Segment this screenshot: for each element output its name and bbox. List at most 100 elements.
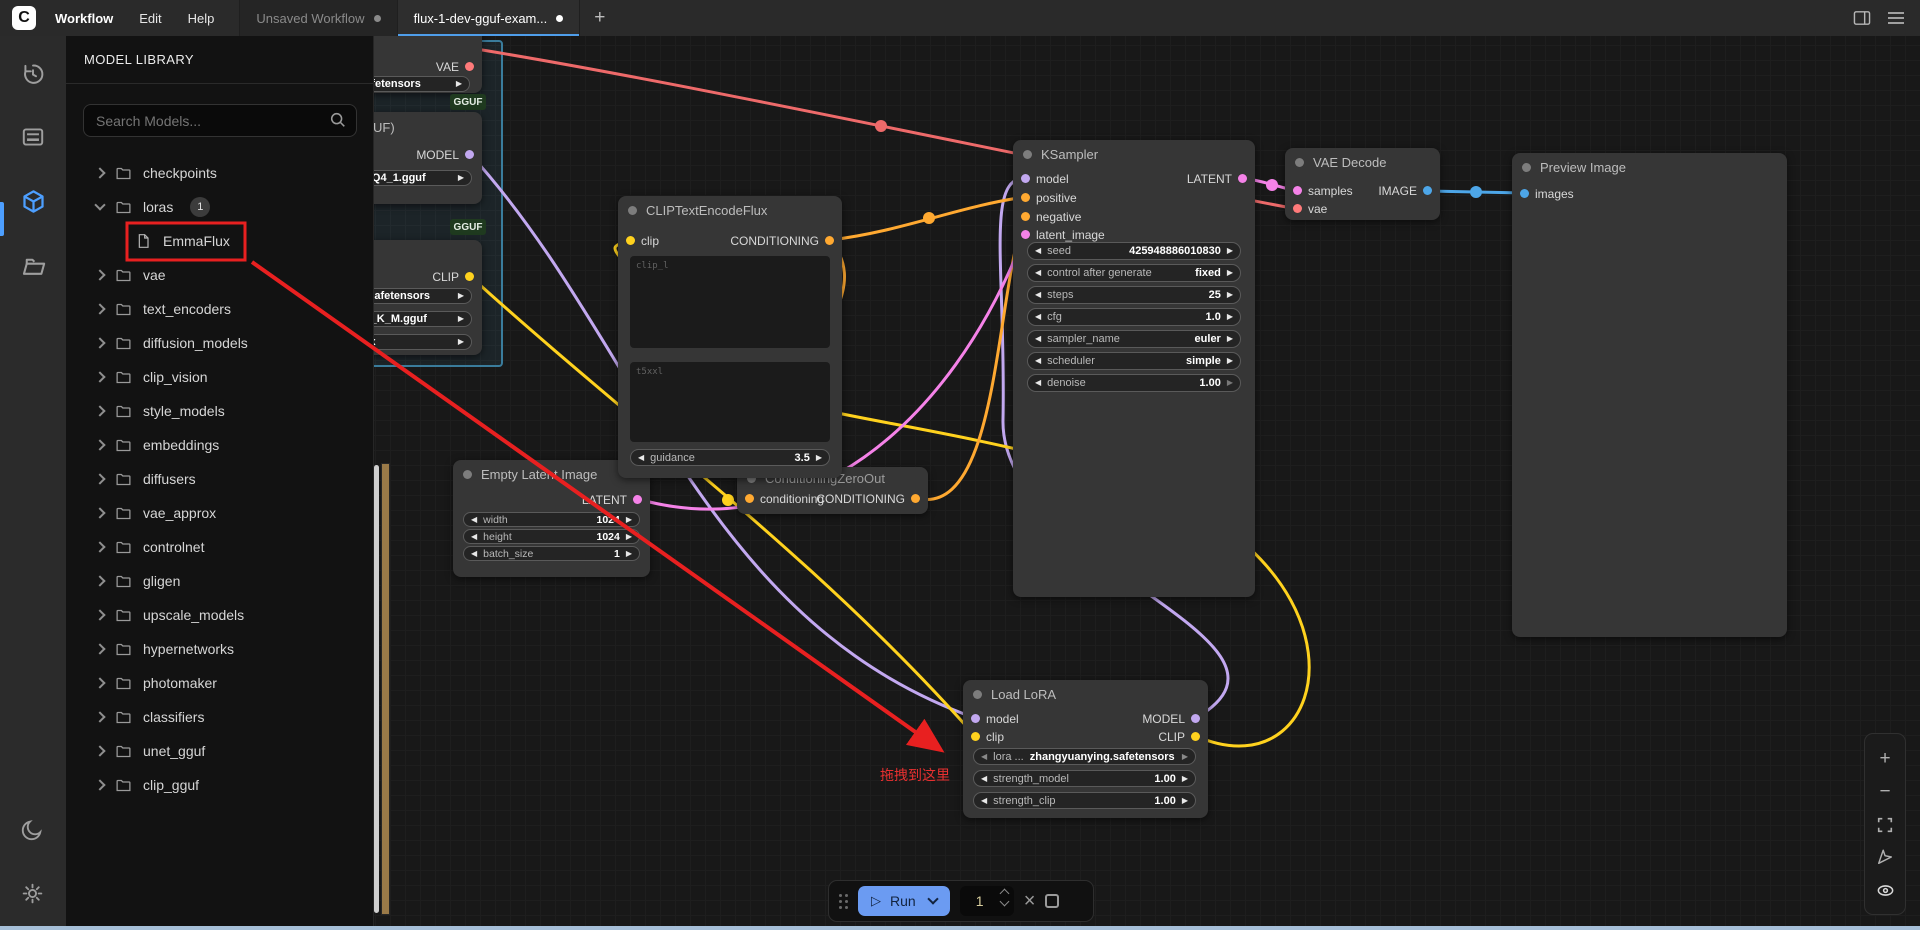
stop-button[interactable] bbox=[1045, 894, 1059, 908]
prev-arrow-icon[interactable]: ◀ bbox=[1035, 269, 1041, 277]
latent-output-port[interactable] bbox=[633, 495, 642, 504]
next-arrow-icon[interactable]: ▶ bbox=[1227, 247, 1233, 255]
prev-arrow-icon[interactable]: ◀ bbox=[1035, 247, 1041, 255]
ksampler-node[interactable]: KSampler model LATENT positive negative … bbox=[1013, 140, 1255, 597]
toggle-panel-icon[interactable] bbox=[1852, 8, 1872, 28]
negative-input-port[interactable] bbox=[1021, 212, 1030, 221]
reroute-dot-clip[interactable] bbox=[722, 494, 734, 506]
cancel-button[interactable]: × bbox=[1024, 890, 1036, 913]
tab-flux-workflow[interactable]: flux-1-dev-gguf-exam... bbox=[397, 0, 581, 36]
model-output-port[interactable] bbox=[1191, 714, 1200, 723]
tree-item-text-encoders[interactable]: text_encoders bbox=[66, 292, 373, 326]
tree-item-upscale-models[interactable]: upscale_models bbox=[66, 598, 373, 632]
tree-item-vae[interactable]: vae bbox=[66, 258, 373, 292]
empty-latent-image-node[interactable]: Empty Latent Image LATENT ◀ width 1024 ▶… bbox=[453, 460, 650, 577]
next-arrow-icon[interactable]: ▶ bbox=[458, 338, 464, 346]
prev-arrow-icon[interactable]: ◀ bbox=[981, 753, 987, 761]
conditioning-output-port[interactable] bbox=[825, 236, 834, 245]
tree-item-loras[interactable]: loras 1 bbox=[66, 190, 373, 224]
comfyui-logo[interactable]: C bbox=[12, 6, 36, 30]
menu-help[interactable]: Help bbox=[175, 0, 228, 36]
guidance-widget[interactable]: ◀ guidance 3.5 ▶ bbox=[630, 449, 830, 466]
next-arrow-icon[interactable]: ▶ bbox=[458, 315, 464, 323]
run-button[interactable]: ▷ Run bbox=[858, 886, 950, 916]
hamburger-menu-icon[interactable] bbox=[1886, 8, 1906, 28]
next-arrow-icon[interactable]: ▶ bbox=[1227, 379, 1233, 387]
tree-item-classifiers[interactable]: classifiers bbox=[66, 700, 373, 734]
next-arrow-icon[interactable]: ▶ bbox=[626, 533, 632, 541]
tree-item-clip-vision[interactable]: clip_vision bbox=[66, 360, 373, 394]
menu-workflow[interactable]: Workflow bbox=[42, 0, 126, 36]
prev-arrow-icon[interactable]: ◀ bbox=[471, 550, 477, 558]
tree-item-style-models[interactable]: style_models bbox=[66, 394, 373, 428]
tab-unsaved-workflow[interactable]: Unsaved Workflow bbox=[239, 0, 396, 36]
batch-count-input[interactable]: 1 bbox=[960, 886, 1014, 916]
height-widget[interactable]: ◀ height 1024 ▶ bbox=[463, 529, 640, 544]
prev-arrow-icon[interactable]: ◀ bbox=[1035, 357, 1041, 365]
conditioning-output-port[interactable] bbox=[911, 494, 920, 503]
prev-arrow-icon[interactable]: ◀ bbox=[981, 797, 987, 805]
prev-arrow-icon[interactable]: ◀ bbox=[981, 775, 987, 783]
samples-input-port[interactable] bbox=[1293, 186, 1302, 195]
next-arrow-icon[interactable]: ▶ bbox=[1227, 357, 1233, 365]
node-logs-icon[interactable] bbox=[20, 124, 46, 150]
zoom-out-button[interactable]: − bbox=[1879, 782, 1890, 801]
next-arrow-icon[interactable]: ▶ bbox=[626, 516, 632, 524]
tree-item-clip-gguf[interactable]: clip_gguf bbox=[66, 768, 373, 802]
strength-model-widget[interactable]: ◀ strength_model 1.00 ▶ bbox=[973, 770, 1196, 787]
next-arrow-icon[interactable]: ▶ bbox=[1227, 313, 1233, 321]
prev-arrow-icon[interactable]: ◀ bbox=[471, 516, 477, 524]
reroute-dot-image[interactable] bbox=[1470, 186, 1482, 198]
next-arrow-icon[interactable]: ▶ bbox=[1227, 335, 1233, 343]
tree-item-controlnet[interactable]: controlnet bbox=[66, 530, 373, 564]
tree-item-embeddings[interactable]: embeddings bbox=[66, 428, 373, 462]
reroute-dot-vae[interactable] bbox=[875, 120, 887, 132]
tree-item-photomaker[interactable]: photomaker bbox=[66, 666, 373, 700]
vae-decode-node[interactable]: VAE Decode samples IMAGE vae bbox=[1285, 148, 1440, 220]
next-arrow-icon[interactable]: ▶ bbox=[816, 454, 822, 462]
new-tab-button[interactable]: + bbox=[580, 7, 619, 29]
toggle-link-visibility-button[interactable] bbox=[1876, 881, 1895, 900]
clip-l-prompt-textarea[interactable]: clip_l bbox=[630, 256, 830, 348]
model-library-icon[interactable] bbox=[20, 188, 46, 214]
model-input-port[interactable] bbox=[971, 714, 980, 723]
scheduler-widget[interactable]: ◀ scheduler simple ▶ bbox=[1027, 352, 1241, 370]
preview-image-node[interactable]: Preview Image images bbox=[1512, 153, 1787, 637]
tree-item-hypernetworks[interactable]: hypernetworks bbox=[66, 632, 373, 666]
load-lora-node[interactable]: Load LoRA model MODEL clip CLIP ◀ lora .… bbox=[963, 680, 1208, 818]
seed-widget[interactable]: ◀ seed 425948886010830 ▶ bbox=[1027, 242, 1241, 260]
cfg-widget[interactable]: ◀ cfg 1.0 ▶ bbox=[1027, 308, 1241, 326]
clip-input-port[interactable] bbox=[971, 732, 980, 741]
tree-item-gligen[interactable]: gligen bbox=[66, 564, 373, 598]
clipped-note-node[interactable] bbox=[381, 463, 390, 915]
control-after-generate-widget[interactable]: ◀ control after generate fixed ▶ bbox=[1027, 264, 1241, 282]
clip-output-port[interactable] bbox=[465, 272, 474, 281]
prev-arrow-icon[interactable]: ◀ bbox=[1035, 379, 1041, 387]
next-arrow-icon[interactable]: ▶ bbox=[458, 292, 464, 300]
tree-item-emmaflux[interactable]: EmmaFlux bbox=[66, 224, 373, 258]
search-input[interactable] bbox=[83, 104, 357, 137]
tree-item-diffusion-models[interactable]: diffusion_models bbox=[66, 326, 373, 360]
workflows-folder-icon[interactable] bbox=[20, 253, 46, 279]
vae-input-port[interactable] bbox=[1293, 204, 1302, 213]
prev-arrow-icon[interactable]: ◀ bbox=[1035, 313, 1041, 321]
prev-arrow-icon[interactable]: ◀ bbox=[638, 454, 644, 462]
next-arrow-icon[interactable]: ▶ bbox=[1182, 775, 1188, 783]
latent-image-input-port[interactable] bbox=[1021, 230, 1030, 239]
image-output-port[interactable] bbox=[1423, 186, 1432, 195]
sampler-name-widget[interactable]: ◀ sampler_name euler ▶ bbox=[1027, 330, 1241, 348]
drag-handle-icon[interactable] bbox=[839, 894, 848, 909]
steps-widget[interactable]: ◀ steps 25 ▶ bbox=[1027, 286, 1241, 304]
decrement-icon[interactable] bbox=[999, 897, 1009, 907]
batch-size-widget[interactable]: ◀ batch_size 1 ▶ bbox=[463, 546, 640, 561]
next-arrow-icon[interactable]: ▶ bbox=[1182, 753, 1188, 761]
conditioning-input-port[interactable] bbox=[745, 494, 754, 503]
width-widget[interactable]: ◀ width 1024 ▶ bbox=[463, 512, 640, 527]
next-arrow-icon[interactable]: ▶ bbox=[456, 80, 462, 88]
next-arrow-icon[interactable]: ▶ bbox=[626, 550, 632, 558]
tree-item-diffusers[interactable]: diffusers bbox=[66, 462, 373, 496]
next-arrow-icon[interactable]: ▶ bbox=[1227, 269, 1233, 277]
tree-item-unet-gguf[interactable]: unet_gguf bbox=[66, 734, 373, 768]
panel-scrollbar[interactable] bbox=[374, 465, 379, 913]
theme-toggle-icon[interactable] bbox=[20, 817, 46, 843]
